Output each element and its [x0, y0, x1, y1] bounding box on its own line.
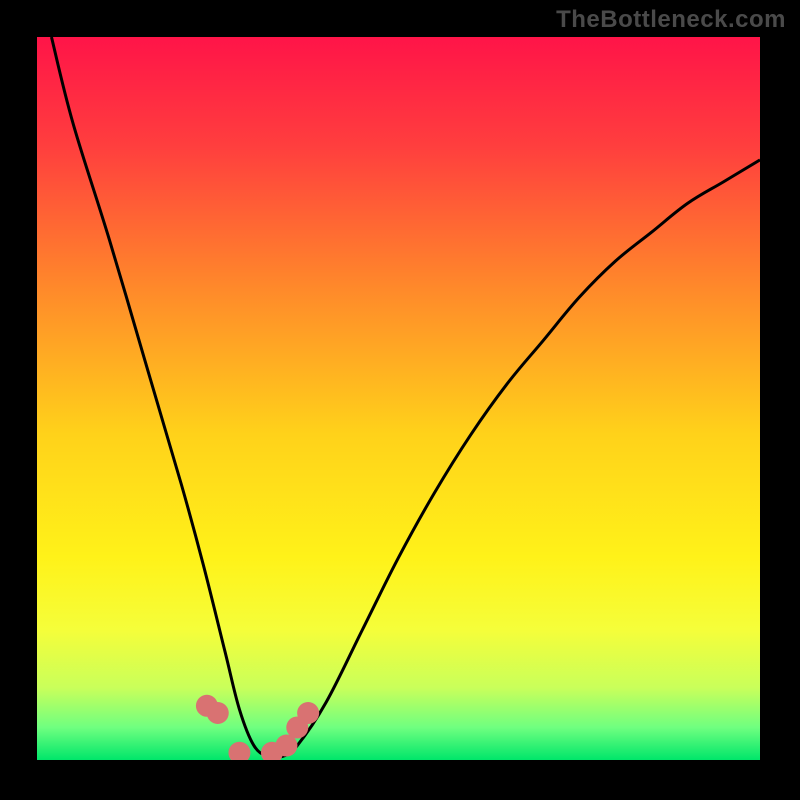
highlight-dot	[297, 702, 319, 724]
bottleneck-chart	[0, 0, 800, 800]
highlight-dot	[207, 702, 229, 724]
gradient-background	[37, 37, 760, 760]
highlight-dot	[228, 742, 250, 764]
watermark-text: TheBottleneck.com	[556, 6, 786, 34]
chart-frame: TheBottleneck.com	[0, 0, 800, 800]
